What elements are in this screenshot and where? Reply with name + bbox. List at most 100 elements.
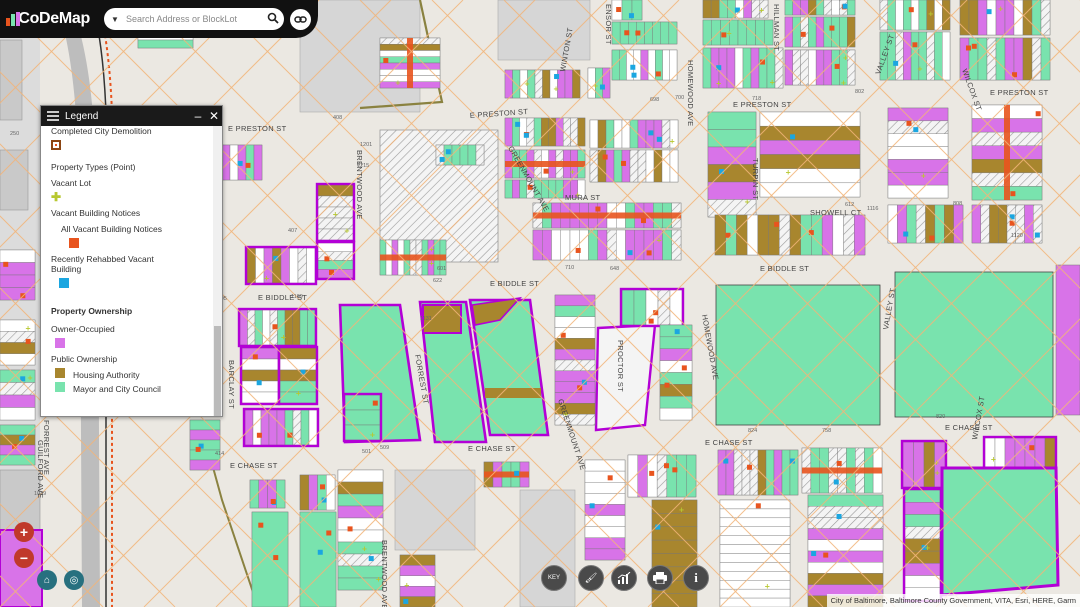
parcel	[779, 214, 791, 256]
close-icon[interactable]: ✕	[206, 109, 222, 123]
vacant-lot-marker: +	[998, 5, 1004, 13]
parcel	[734, 47, 744, 89]
key-icon[interactable]: KEY	[541, 565, 567, 591]
parcel	[707, 111, 757, 130]
parcel	[656, 454, 668, 498]
zoom-out-button[interactable]: −	[14, 548, 34, 568]
printer-icon[interactable]	[647, 565, 673, 591]
parcel	[633, 289, 647, 326]
parcel	[977, 0, 988, 36]
parcel	[906, 204, 917, 244]
info-icon[interactable]: i	[683, 565, 709, 591]
vacant-notice-marker	[774, 221, 780, 227]
parcel	[253, 144, 263, 181]
triangle-down-icon[interactable]: ▼	[104, 15, 126, 24]
legend-panel: Legend – ✕ Completed City Demolition Pro…	[40, 105, 223, 417]
house-number: 718	[752, 96, 761, 102]
rehab-marker	[589, 503, 595, 509]
vacant-notice-marker	[595, 206, 601, 212]
link-icon[interactable]	[290, 9, 311, 30]
vacant-notice-marker	[270, 498, 276, 504]
house-number: 1201	[360, 142, 372, 148]
rehab-marker	[368, 556, 374, 562]
legend-swatch-vacant-notice	[69, 238, 79, 250]
vacant-lot-marker: +	[679, 506, 685, 514]
parcel	[588, 229, 598, 261]
vacant-lot-marker: +	[917, 65, 923, 73]
parcel	[725, 449, 735, 496]
parcel	[986, 0, 997, 36]
zoom-in-button[interactable]: +	[14, 522, 34, 542]
parcel	[637, 119, 647, 149]
parcel	[1004, 437, 1016, 469]
map-attribution: City of Baltimore, Baltimore County Gove…	[826, 594, 1080, 607]
vacant-notice-marker	[326, 530, 332, 536]
parcel	[759, 111, 861, 127]
parcel	[741, 449, 751, 496]
parcel	[629, 119, 639, 149]
parcel	[625, 229, 635, 261]
locate-icon[interactable]: ◎	[64, 570, 84, 590]
parcel	[742, 47, 752, 89]
street-label: E PRESTON ST	[228, 124, 287, 133]
parcel	[189, 459, 221, 471]
building	[497, 0, 591, 61]
parcel	[246, 247, 256, 284]
legend-item: Property Types (Point)	[51, 162, 136, 172]
paint-brush-icon[interactable]: 🖌	[578, 565, 604, 591]
parcel	[887, 184, 949, 199]
parcel	[504, 117, 513, 147]
rehab-marker	[237, 160, 243, 166]
legend-scroll-thumb[interactable]	[214, 326, 221, 416]
parcel	[807, 528, 884, 540]
minimize-icon[interactable]: –	[190, 109, 206, 123]
parcel	[337, 529, 384, 543]
legend-item: Vacant Lot	[51, 178, 92, 188]
parcel	[915, 204, 926, 244]
parcel	[307, 309, 316, 346]
parcel	[0, 394, 36, 408]
vacant-notice-marker	[347, 526, 353, 532]
home-icon[interactable]: ⌂	[37, 570, 57, 590]
house-number: 1131	[420, 316, 432, 322]
vacant-lot-marker: +	[920, 172, 926, 180]
parcel	[589, 119, 599, 149]
search-box[interactable]: ▼ Search Address or BlockLot	[104, 8, 284, 30]
parcel	[784, 0, 793, 16]
parcel	[989, 204, 999, 244]
search-input[interactable]: Search Address or BlockLot	[126, 14, 262, 24]
street-label: HOMEWOOD AVE	[686, 60, 695, 126]
parcel	[554, 316, 596, 328]
parcel	[317, 269, 354, 279]
parcel	[660, 21, 670, 45]
parcel	[554, 381, 596, 393]
building	[394, 469, 476, 551]
vacant-notice-marker	[908, 7, 914, 13]
parcel	[719, 597, 791, 607]
parcel	[577, 117, 586, 147]
legend-item: Vacant Building Notices	[51, 208, 141, 218]
parcel	[815, 49, 825, 86]
legend-scrollbar[interactable]	[213, 126, 222, 416]
parcel	[815, 0, 825, 16]
parcel	[904, 502, 941, 515]
parcel	[897, 204, 907, 244]
parcel	[719, 544, 791, 554]
rehab-marker	[445, 149, 451, 155]
street-label: ENSOR ST	[604, 4, 613, 45]
parcel	[659, 396, 693, 409]
vacant-notice-marker	[971, 43, 977, 49]
rehab-marker	[656, 136, 662, 142]
vacant-lot-marker: +	[524, 80, 530, 88]
vacant-notice-marker	[640, 218, 646, 224]
parcel	[297, 247, 307, 284]
vacant-lot-cross-icon: ✚	[51, 190, 62, 204]
vacant-notice-marker	[834, 63, 840, 69]
parcel	[337, 505, 384, 519]
magnifier-icon[interactable]	[262, 12, 284, 27]
app-logo[interactable]: CoDeMap	[6, 10, 90, 28]
parcel	[262, 309, 271, 346]
chart-icon[interactable]	[611, 565, 637, 591]
parcel	[241, 358, 279, 371]
rehab-marker	[439, 156, 445, 162]
